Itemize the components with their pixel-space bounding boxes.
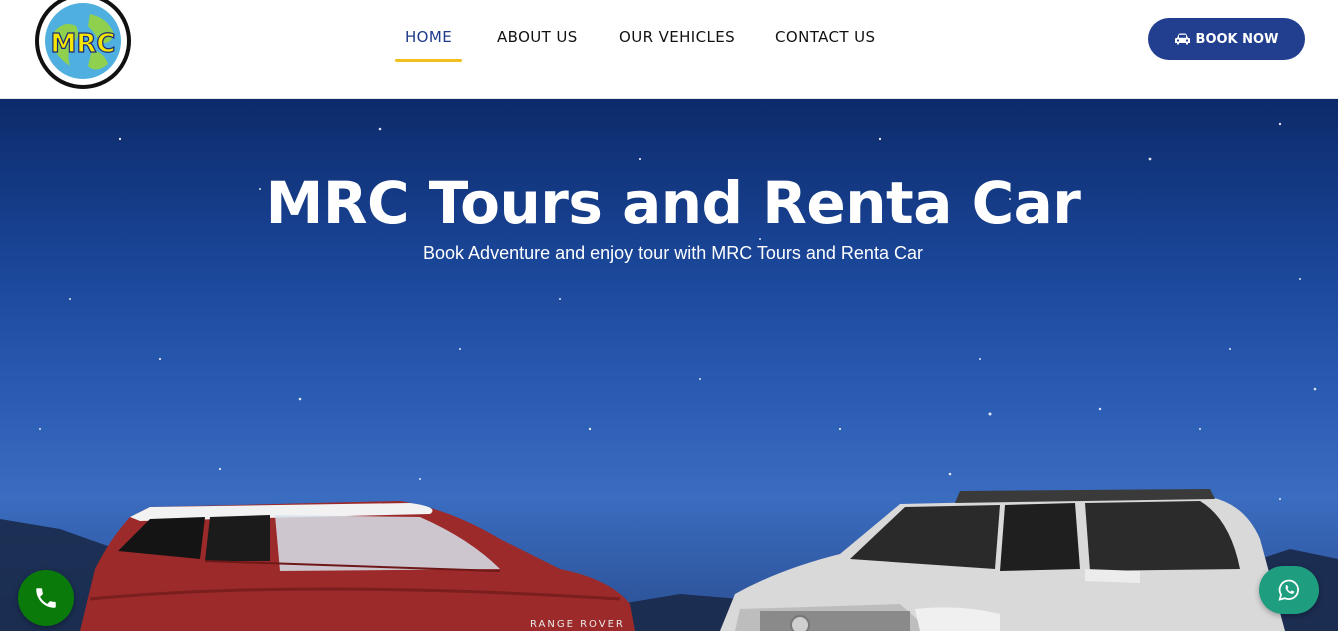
red-suv-image: RANGE ROVER <box>80 501 635 631</box>
book-now-label: BOOK NOW <box>1195 31 1279 47</box>
whatsapp-icon <box>1278 579 1299 601</box>
whatsapp-button[interactable] <box>1259 566 1319 614</box>
nav-about-us[interactable]: ABOUT US <box>497 28 578 62</box>
hero-title: MRC Tours and Renta Car <box>265 169 1081 237</box>
nav-our-vehicles[interactable]: OUR VEHICLES <box>619 28 735 62</box>
nav-active-underline <box>395 59 462 62</box>
main-nav: HOME ABOUT US OUR VEHICLES CONTACT US <box>0 0 1338 99</box>
book-now-button[interactable]: BOOK NOW <box>1148 18 1305 60</box>
site-header: MRC HOME ABOUT US OUR VEHICLES CONTACT U… <box>0 0 1338 99</box>
nav-home[interactable]: HOME <box>405 28 452 62</box>
phone-icon <box>36 588 56 608</box>
car-icon <box>1174 33 1190 45</box>
white-suv-image <box>720 489 1285 631</box>
hero-subtitle: Book Adventure and enjoy tour with MRC T… <box>423 243 923 263</box>
nav-contact-us[interactable]: CONTACT US <box>775 28 875 62</box>
hero-section: RANGE ROVER MRC Tours and Renta Car Book… <box>0 99 1338 631</box>
range-rover-badge: RANGE ROVER <box>530 619 625 630</box>
call-button[interactable] <box>18 570 74 626</box>
